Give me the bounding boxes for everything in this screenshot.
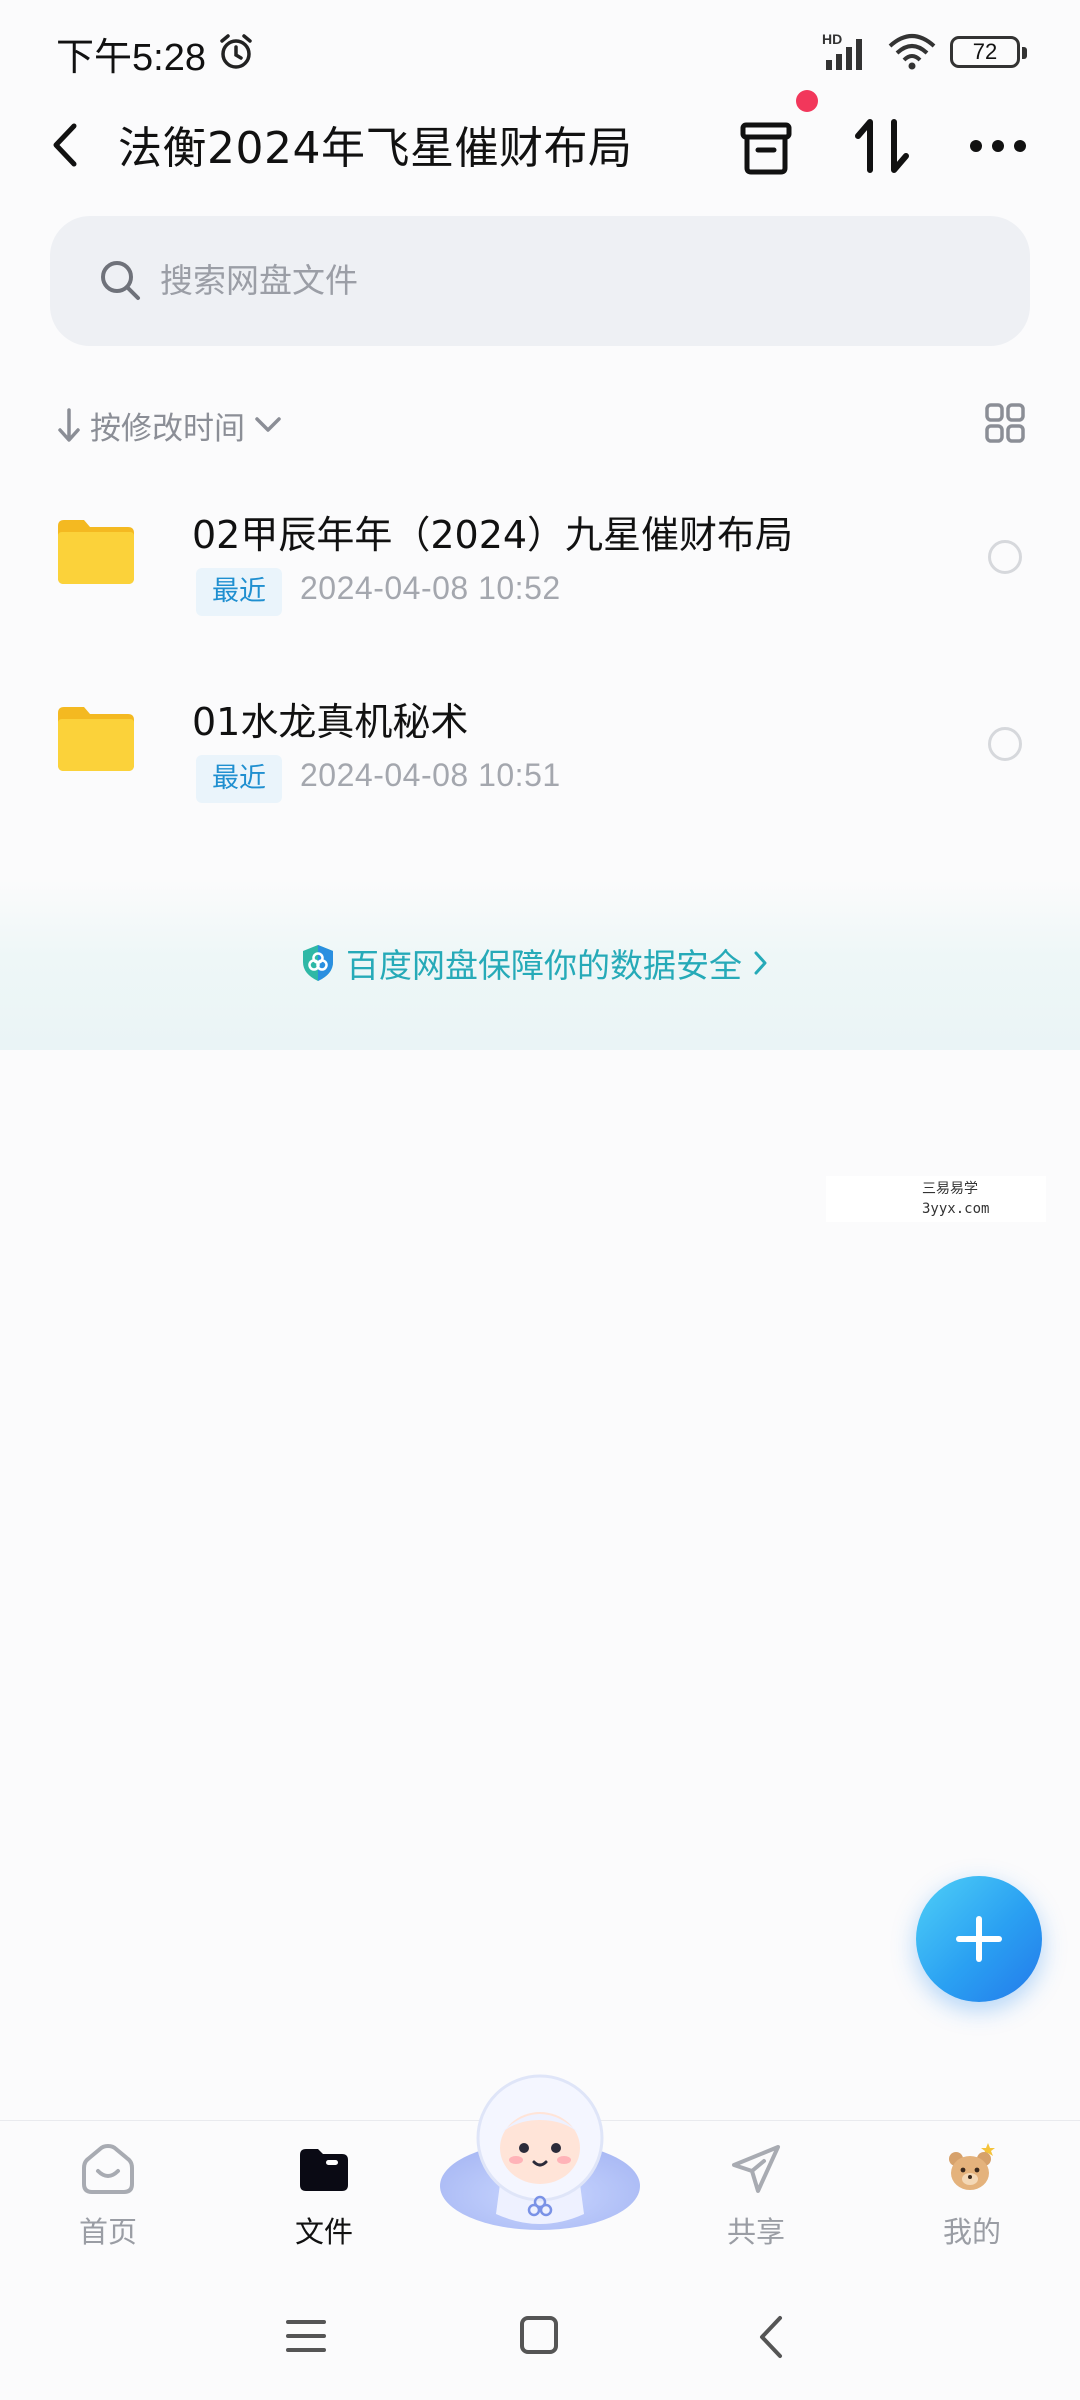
home-icon bbox=[82, 2143, 134, 2194]
chevron-right-icon bbox=[754, 951, 767, 975]
tab-label: 文件 bbox=[294, 2215, 353, 2249]
search-bar[interactable] bbox=[50, 216, 1030, 346]
page-title: 法衡2024年飞星催财布局 bbox=[118, 123, 633, 174]
svg-text:HD: HD bbox=[822, 31, 842, 47]
add-button[interactable] bbox=[916, 1876, 1042, 2002]
file-date: 2024-04-08 10:51 bbox=[300, 757, 561, 793]
folder-icon bbox=[300, 2149, 348, 2191]
tab-files[interactable]: 文件 bbox=[254, 2141, 394, 2251]
grid-view-icon[interactable] bbox=[984, 402, 1026, 444]
file-row[interactable]: 01水龙真机秘术 最近 2024-04-08 10:51 bbox=[0, 700, 1080, 873]
security-banner-text: 百度网盘保障你的数据安全 bbox=[346, 946, 742, 985]
wifi-icon bbox=[888, 34, 936, 70]
tab-profile[interactable]: 我的 bbox=[902, 2141, 1042, 2251]
file-name: 02甲辰年年（2024）九星催财布局 bbox=[192, 513, 794, 557]
tab-label: 首页 bbox=[78, 2215, 137, 2249]
file-date: 2024-04-08 10:52 bbox=[300, 570, 561, 606]
select-radio[interactable] bbox=[988, 540, 1022, 574]
security-banner-link[interactable]: 百度网盘保障你的数据安全 bbox=[300, 938, 772, 988]
notification-dot bbox=[796, 90, 818, 112]
nav-home-icon[interactable] bbox=[520, 2316, 558, 2354]
tab-label: 共享 bbox=[726, 2215, 785, 2249]
watermark: 三易易学 3yyx.com bbox=[826, 1176, 1046, 1222]
sort-arrow-icon bbox=[58, 408, 80, 442]
tab-label: 我的 bbox=[942, 2215, 1001, 2249]
recycle-bin-icon[interactable] bbox=[738, 120, 794, 176]
folder-icon bbox=[58, 520, 134, 584]
security-banner[interactable]: 百度网盘保障你的数据安全 bbox=[0, 880, 1080, 1050]
folder-icon bbox=[58, 707, 134, 771]
alarm-icon bbox=[220, 34, 252, 69]
chevron-down-icon bbox=[255, 417, 281, 432]
share-icon bbox=[732, 2145, 780, 2193]
recent-badge: 最近 bbox=[196, 755, 282, 803]
mascot-assistant-button[interactable] bbox=[436, 2064, 644, 2234]
signal-hd-icon: HD bbox=[822, 31, 862, 70]
file-name: 01水龙真机秘术 bbox=[192, 700, 469, 744]
status-time: 下午5:28 bbox=[56, 37, 206, 79]
sort-label: 按修改时间 bbox=[90, 410, 245, 447]
nav-back-icon[interactable] bbox=[756, 2314, 786, 2360]
tab-home[interactable]: 首页 bbox=[38, 2141, 178, 2251]
nav-menu-icon[interactable] bbox=[286, 2318, 326, 2354]
more-icon[interactable] bbox=[968, 122, 1028, 170]
sort-control[interactable]: 按修改时间 bbox=[56, 400, 293, 450]
profile-icon bbox=[949, 2143, 995, 2190]
shield-icon bbox=[303, 945, 333, 981]
battery-icon: 72 bbox=[950, 36, 1027, 68]
watermark-line2: 3yyx.com bbox=[922, 1201, 990, 1217]
back-icon[interactable] bbox=[48, 118, 84, 172]
transfer-icon[interactable] bbox=[852, 116, 912, 176]
select-radio[interactable] bbox=[988, 727, 1022, 761]
recent-badge: 最近 bbox=[196, 568, 282, 616]
search-input[interactable] bbox=[160, 254, 860, 306]
tab-share[interactable]: 共享 bbox=[686, 2141, 826, 2251]
watermark-line1: 三易易学 bbox=[922, 1181, 978, 1197]
search-icon bbox=[101, 261, 140, 300]
file-row[interactable]: 02甲辰年年（2024）九星催财布局 最近 2024-04-08 10:52 bbox=[0, 513, 1080, 686]
